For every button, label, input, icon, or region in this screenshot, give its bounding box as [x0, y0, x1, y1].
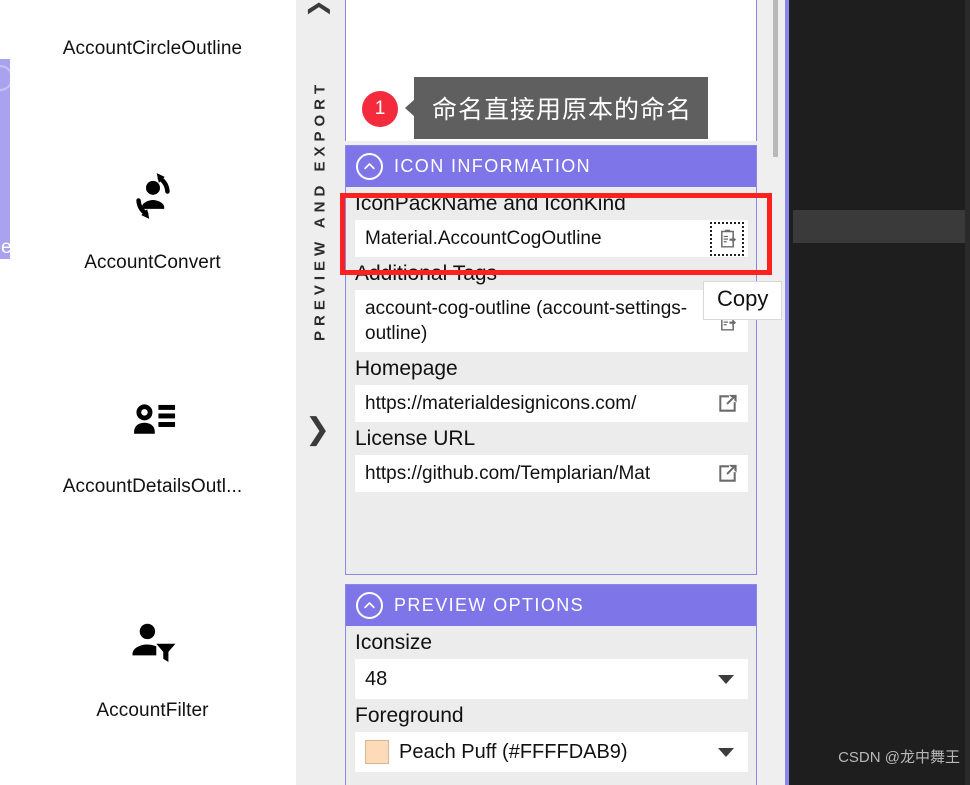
left-strip-letter-lower: e: [0, 706, 10, 710]
dark-pane-highlight-row: [793, 210, 970, 243]
account-filter-icon: [123, 614, 183, 674]
foreground-select[interactable]: Peach Puff (#FFFFDAB9): [355, 732, 748, 772]
icon-grid-item[interactable]: AccountDetailsOutl...: [20, 318, 285, 498]
account-circle-outline-icon: [123, 0, 183, 12]
left-edge-panel-strip-lower: e: [0, 650, 10, 710]
additional-tags-value: account-cog-outline (account-settings-ou…: [365, 298, 688, 344]
iconsize-value: 48: [365, 667, 388, 690]
chevron-up-circle-icon[interactable]: [356, 592, 383, 619]
annotation-badge: 1: [362, 91, 398, 127]
additional-tags-field[interactable]: account-cog-outline (account-settings-ou…: [355, 290, 748, 352]
sidebar-vertical-label: PREVIEW AND EXPORT: [311, 79, 329, 341]
homepage-value: https://materialdesignicons.com/: [365, 393, 637, 414]
icon-grid-item[interactable]: AccountConvert: [20, 94, 285, 274]
preview-options-header[interactable]: PREVIEW OPTIONS: [346, 585, 756, 626]
iconpackname-label: IconPackName and IconKind: [355, 192, 626, 215]
icon-grid-item-label: AccountCircleOutline: [62, 38, 243, 59]
icon-information-group: ICON INFORMATION IconPackName and IconKi…: [345, 145, 757, 575]
color-swatch: [365, 740, 389, 764]
dark-pane-edge: [965, 0, 970, 785]
open-external-icon[interactable]: [712, 459, 742, 489]
dark-editor-pane: CSDN @龙中舞王: [785, 0, 970, 785]
icon-information-title: ICON INFORMATION: [394, 156, 592, 176]
iconpackname-field[interactable]: Material.AccountCogOutline: [355, 220, 748, 257]
account-convert-icon: [123, 166, 183, 226]
license-url-value: https://github.com/Templarian/Mat: [365, 463, 651, 484]
preview-options-group: PREVIEW OPTIONS Iconsize 48 Foreground P…: [345, 584, 757, 785]
icon-grid-item-label: AccountConvert: [84, 252, 221, 273]
app-root: e e AccountCircleOutline AccountConvert: [0, 0, 970, 785]
chevron-right-icon[interactable]: ❯: [305, 415, 330, 445]
homepage-field[interactable]: https://materialdesignicons.com/: [355, 385, 748, 422]
chevron-down-icon[interactable]: [718, 747, 734, 757]
panel-scrollbar-thumb[interactable]: [773, 0, 778, 157]
foreground-label: Foreground: [355, 704, 464, 727]
icon-grid-item[interactable]: AccountCircleOutline: [20, 0, 285, 60]
icon-grid-item-label: AccountDetailsOutl...: [62, 476, 243, 497]
icon-browser-grid[interactable]: AccountCircleOutline AccountConvert Acco…: [10, 0, 295, 785]
additional-tags-label: Additional Tags: [355, 262, 498, 285]
clipboard-paste-icon[interactable]: [710, 221, 744, 256]
annotation-tooltip: 命名直接用原本的命名: [414, 77, 709, 139]
icon-grid-item[interactable]: AccountFilter: [20, 542, 285, 722]
license-url-field[interactable]: https://github.com/Templarian/Mat: [355, 455, 748, 492]
icon-grid-item-label: AccountFilter: [96, 700, 209, 721]
watermark-text: CSDN @龙中舞王: [838, 749, 960, 766]
foreground-value: Peach Puff (#FFFFDAB9): [399, 740, 628, 763]
chevron-down-icon[interactable]: [718, 674, 734, 684]
iconpackname-value: Material.AccountCogOutline: [365, 228, 602, 249]
iconsize-select[interactable]: 48: [355, 659, 748, 699]
preview-options-title: PREVIEW OPTIONS: [394, 595, 585, 615]
iconsize-label: Iconsize: [355, 631, 433, 654]
chevron-up-circle-icon[interactable]: [356, 153, 383, 180]
copy-tooltip: Copy: [703, 281, 783, 320]
homepage-label: Homepage: [355, 357, 458, 380]
preview-export-sidebar[interactable]: ❯ PREVIEW AND EXPORT ❯: [296, 0, 344, 785]
account-details-outline-icon: [123, 390, 183, 450]
icon-information-header[interactable]: ICON INFORMATION: [346, 146, 756, 187]
license-url-label: License URL: [355, 427, 476, 450]
open-external-icon[interactable]: [712, 389, 742, 419]
